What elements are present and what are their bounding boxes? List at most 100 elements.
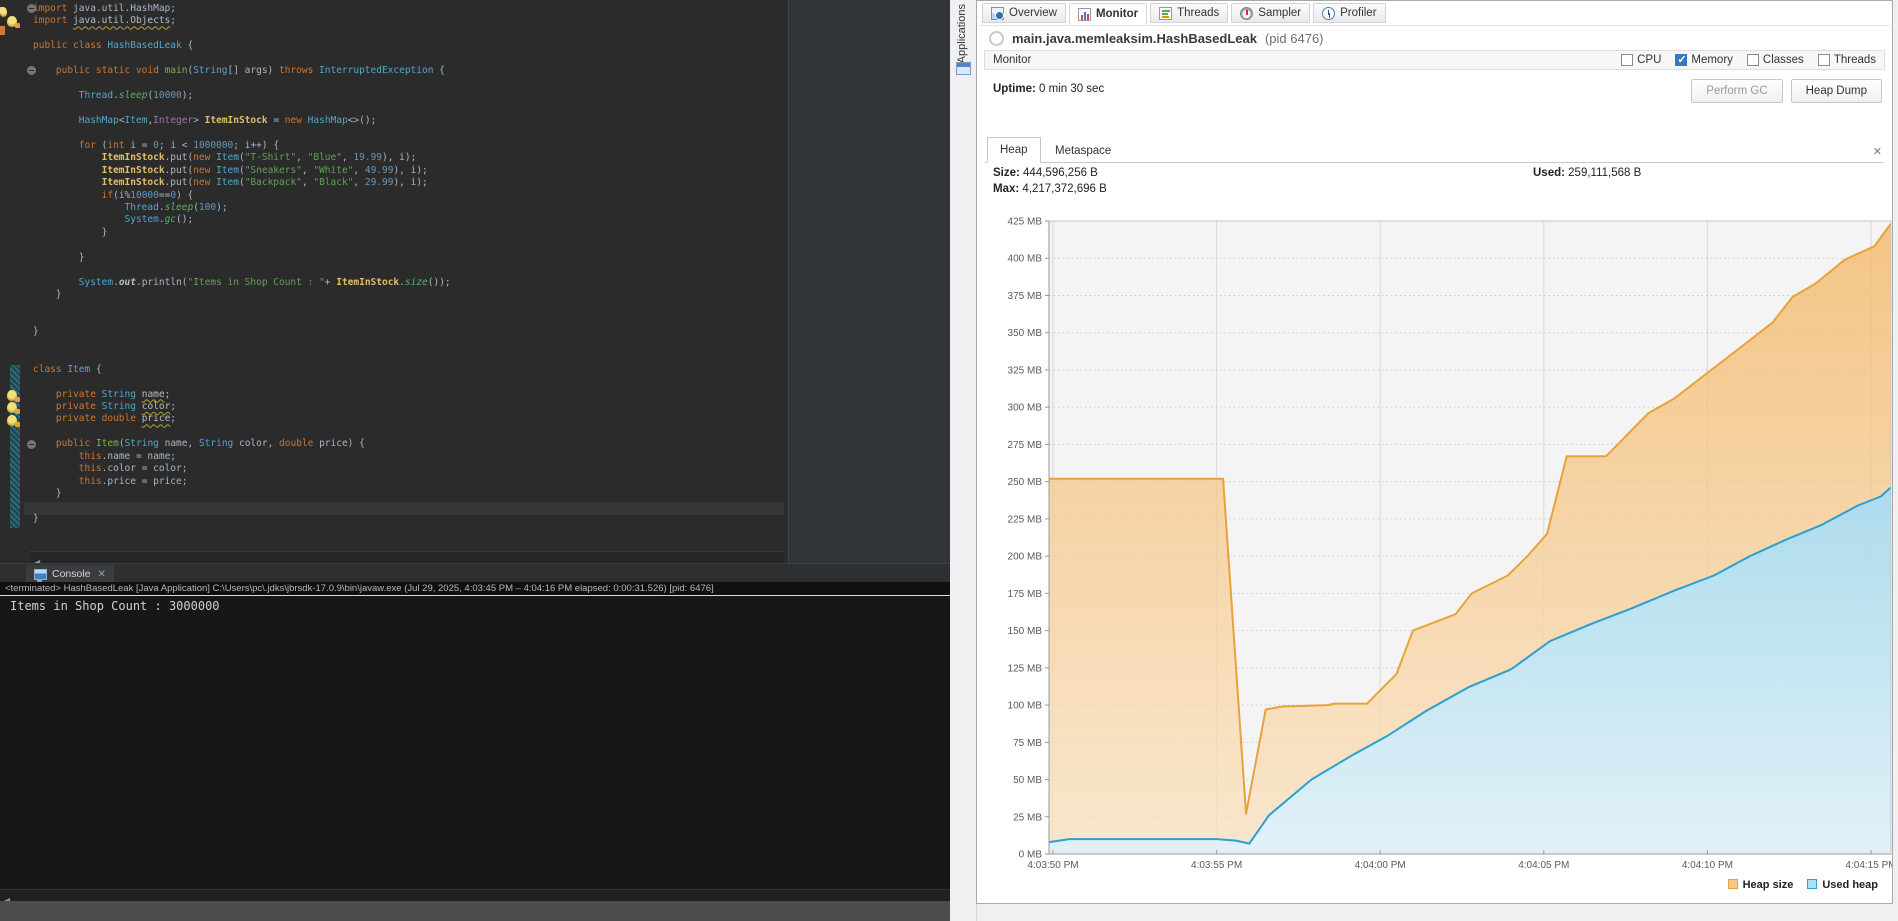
warning-bulb-icon [7,415,17,426]
y-axis-label: 200 MB [1008,552,1043,563]
process-pid: (pid 6476) [1265,31,1324,46]
fold-icon[interactable] [27,4,36,13]
code-line: if(i%10000==0) { [33,190,451,202]
code-area: import java.util.HashMap;import java.uti… [33,3,451,525]
monitor-panel: Overview Monitor Threads Sampler Profile… [976,0,1893,904]
tab-sampler[interactable]: Sampler [1231,3,1310,23]
y-axis-label: 300 MB [1008,403,1043,414]
checkbox-label: CPU [1637,54,1661,66]
y-axis-label: 100 MB [1008,701,1043,712]
code-line [33,501,451,513]
heap-used-stat: Used: 259,111,568 B [1533,167,1641,179]
y-axis-label: 0 MB [1019,850,1043,861]
checkbox-unchecked-icon[interactable] [1747,54,1759,66]
legend-item-used-heap: Used heap [1807,879,1878,891]
code-line [33,53,451,65]
window-bottom-strip [0,901,950,921]
code-line: } [33,513,451,525]
code-line [33,376,451,388]
fold-icon[interactable] [27,440,36,449]
process-title: main.java.memleaksim.HashBasedLeak [1012,31,1257,46]
y-axis-label: 275 MB [1008,440,1043,451]
legend-item-heap-size: Heap size [1728,879,1794,891]
tab-metaspace[interactable]: Metaspace [1043,139,1123,163]
x-axis-label: 4:04:05 PM [1518,860,1569,871]
code-line: } [33,227,451,239]
checkbox-memory[interactable]: Memory [1675,54,1733,66]
profiler-icon [1322,7,1335,20]
code-line: this.price = price; [33,476,451,488]
y-axis-label: 325 MB [1008,365,1043,376]
heap-max-stat: Max: 4,217,372,696 B [993,183,1107,195]
process-status-icon [989,31,1004,46]
code-line: } [33,326,451,338]
code-line [33,302,451,314]
applications-label: Applications [956,4,968,63]
console-output: Items in Shop Count : 3000000 [10,599,220,613]
overview-icon [991,7,1004,20]
process-title-row: main.java.memleaksim.HashBasedLeak (pid … [989,31,1324,46]
code-line: System.out.println("Items in Shop Count … [33,277,451,289]
code-editor[interactable]: import java.util.HashMap;import java.uti… [0,0,950,563]
uptime-row: Uptime: 0 min 30 sec Perform GC Heap Dum… [993,79,1884,103]
code-line [33,351,451,363]
perform-gc-button[interactable]: Perform GC [1691,79,1782,103]
y-axis-label: 75 MB [1013,738,1042,749]
threads-icon [1159,7,1172,20]
checkbox-classes[interactable]: Classes [1747,54,1804,66]
close-icon[interactable]: ✕ [98,569,106,580]
x-axis-label: 4:04:10 PM [1682,860,1733,871]
heap-dump-button[interactable]: Heap Dump [1791,79,1882,103]
checkbox-unchecked-icon[interactable] [1818,54,1830,66]
code-line [33,264,451,276]
checkbox-label: Classes [1763,54,1804,66]
checkbox-checked-icon[interactable] [1675,54,1687,66]
console-icon [34,569,47,580]
chart-legend: Heap size Used heap [1728,879,1878,891]
code-line: ItemInStock.put(new Item("Sneakers", "Wh… [33,165,451,177]
uptime-label: Uptime: [993,83,1036,95]
screen: import java.util.HashMap;import java.uti… [0,0,1898,921]
x-axis-label: 4:04:15 PM [1845,860,1892,871]
code-line [33,28,451,40]
heap-usage-chart[interactable]: 0 MB25 MB50 MB75 MB100 MB125 MB150 MB175… [985,205,1892,879]
console-tabbar: Console ✕ [0,563,950,583]
tab-profiler[interactable]: Profiler [1313,3,1385,23]
close-icon[interactable]: ✕ [1873,145,1882,158]
applications-sidebar-tab[interactable]: Applications [950,0,977,921]
metric-checkboxes: CPU Memory Classes Threads [1621,54,1876,66]
checkbox-threads[interactable]: Threads [1818,54,1876,66]
checkbox-cpu[interactable]: CPU [1621,54,1661,66]
code-line [33,78,451,90]
tab-threads[interactable]: Threads [1150,3,1228,23]
legend-swatch [1807,879,1817,889]
checkbox-unchecked-icon[interactable] [1621,54,1633,66]
x-axis-label: 4:04:00 PM [1355,860,1406,871]
code-line: ItemInStock.put(new Item("Backpack", "Bl… [33,177,451,189]
y-axis-label: 375 MB [1008,291,1043,302]
code-line [33,314,451,326]
code-line: this.name = name; [33,451,451,463]
tab-overview[interactable]: Overview [982,3,1066,23]
code-line: } [33,289,451,301]
checkbox-label: Memory [1691,54,1733,66]
tab-monitor[interactable]: Monitor [1069,3,1147,25]
y-axis-label: 350 MB [1008,328,1043,339]
code-line: class Item { [33,364,451,376]
applications-icon [956,62,971,75]
visualvm-window: Applications Overview Monitor Threads [950,0,1898,921]
tab-heap[interactable]: Heap [987,137,1041,163]
checkbox-label: Threads [1834,54,1876,66]
console-panel: Console ✕ <terminated> HashBasedLeak [Ja… [0,563,950,921]
warning-bulb-icon [0,7,7,17]
monitor-icon [1078,8,1091,21]
code-line: import java.util.Objects; [33,15,451,27]
memory-subtabs: Heap Metaspace ✕ [985,137,1884,163]
y-axis-label: 50 MB [1013,775,1042,786]
code-line: private String color; [33,401,451,413]
warning-bulb-icon [7,16,17,27]
warning-bulb-icon [7,402,17,413]
warning-bulb-icon [7,390,17,401]
code-line: public static void main(String[] args) t… [33,65,451,77]
y-axis-label: 225 MB [1008,514,1043,525]
